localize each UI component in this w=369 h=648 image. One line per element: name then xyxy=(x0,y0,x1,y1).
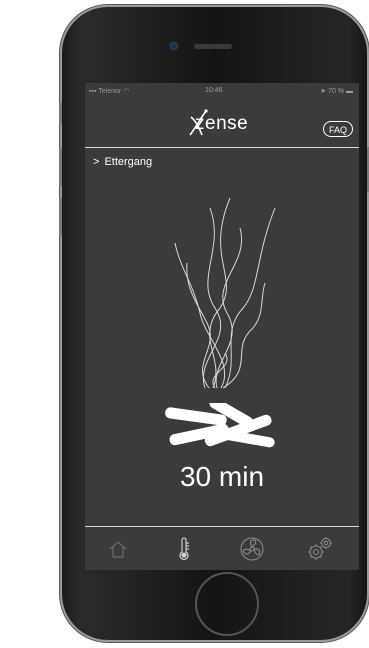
faq-button[interactable]: FAQ xyxy=(323,121,353,137)
tab-home[interactable] xyxy=(103,536,133,562)
wifi-icon: ◠ xyxy=(123,88,130,95)
app-header: zense FAQ xyxy=(85,101,359,147)
header-divider xyxy=(85,147,359,148)
firewood-icon xyxy=(165,403,275,448)
brand-logo: zense xyxy=(195,113,249,134)
tab-temperature[interactable] xyxy=(169,536,199,562)
carrier-label: ▪▪▪ Telenor ◠ xyxy=(89,88,130,95)
signal-icon: ▪▪▪ xyxy=(89,88,97,95)
front-camera xyxy=(170,42,178,50)
battery-percent: 70 % xyxy=(328,88,345,95)
battery-icon: ▬ xyxy=(346,88,353,95)
settings-gears-icon xyxy=(308,537,332,560)
home-icon xyxy=(109,541,127,558)
tab-bar xyxy=(85,528,359,570)
chevron-right-icon: > xyxy=(93,156,100,168)
status-bar: ▪▪▪ Telenor ◠ 10:46 ➤ 70 % ▬ xyxy=(85,83,359,101)
volume-down-button xyxy=(59,197,62,237)
breadcrumb[interactable]: > Ettergang xyxy=(93,156,152,168)
thermometer-icon xyxy=(179,537,189,560)
volume-up-button xyxy=(59,147,62,187)
status-right: ➤ 70 % ▬ xyxy=(320,87,353,95)
duration-label: 30 min xyxy=(179,461,265,492)
fan-icon xyxy=(240,537,264,561)
tab-settings[interactable] xyxy=(305,536,335,562)
breadcrumb-label: Ettergang xyxy=(104,156,153,168)
tabbar-divider xyxy=(85,526,359,527)
home-button[interactable] xyxy=(195,572,259,636)
earpiece-speaker xyxy=(194,44,232,49)
status-time: 10:46 xyxy=(205,87,223,94)
smoke-icon xyxy=(174,197,276,389)
mute-switch xyxy=(59,102,62,124)
app-screen: ▪▪▪ Telenor ◠ 10:46 ➤ 70 % ▬ zense FAQ >… xyxy=(85,83,359,570)
tab-fan[interactable] xyxy=(237,536,267,562)
location-icon: ➤ xyxy=(320,88,327,95)
